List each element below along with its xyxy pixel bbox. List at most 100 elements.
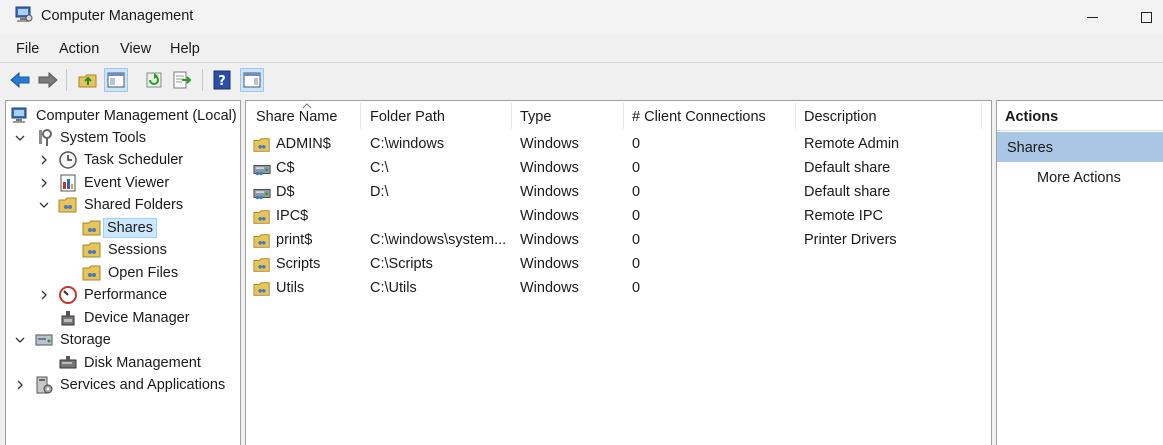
chevron-down-icon[interactable] [14,334,26,346]
column-divider[interactable] [623,103,624,129]
chevron-down-icon[interactable] [38,199,50,211]
table-row[interactable]: C$ C:\ Windows 0 Default share [246,157,991,181]
cell-name: D$ [276,184,295,200]
cell-connections: 0 [632,232,641,248]
column-divider[interactable] [795,103,796,129]
tree-item-disk-management[interactable]: Disk Management [6,352,240,374]
performance-icon [59,286,77,304]
table-row[interactable]: Utils C:\Utils Windows 0 [246,277,991,301]
cell-connections: 0 [632,136,641,152]
column-header-type[interactable]: Type [520,109,551,125]
menu-help[interactable]: Help [170,41,200,57]
tree-item-sessions[interactable]: Sessions [6,239,240,261]
menu-file[interactable]: File [16,41,39,57]
computer-management-icon [11,107,27,123]
tree-item-device-manager[interactable]: Device Manager [6,307,240,329]
column-divider[interactable] [360,103,361,129]
tree-item-shared-folders[interactable]: Shared Folders [6,194,240,216]
cell-name: Utils [276,280,305,296]
column-header-folder-path[interactable]: Folder Path [370,109,445,125]
tree-label: Event Viewer [84,175,170,191]
toolbar-separator [202,69,203,91]
cell-connections: 0 [632,256,641,272]
table-row[interactable]: Scripts C:\Scripts Windows 0 [246,253,991,277]
tree-label: Sessions [108,242,167,258]
back-arrow-icon [10,71,30,89]
tree-label: Disk Management [84,355,201,371]
chevron-down-icon[interactable] [14,132,26,144]
column-header-share-name[interactable]: Share Name [256,109,337,125]
menu-action[interactable]: Action [59,41,99,57]
cell-connections: 0 [632,160,641,176]
minimize-button[interactable] [1074,4,1110,30]
tree-item-system-tools[interactable]: System Tools [6,127,240,149]
export-list-icon [173,71,192,89]
cell-connections: 0 [632,184,641,200]
cell-type: Windows [520,208,579,224]
chevron-right-icon[interactable] [38,289,50,301]
list-header: Share Name Folder Path Type # Client Con… [246,101,991,133]
actions-header: Actions [997,101,1163,131]
more-actions-link[interactable]: More Actions [1037,170,1121,186]
shares-list: Share Name Folder Path Type # Client Con… [245,100,992,445]
actions-section-label: Shares [1007,140,1053,156]
help-button[interactable]: ? [210,68,234,92]
table-row[interactable]: D$ D:\ Windows 0 Default share [246,181,991,205]
column-divider[interactable] [511,103,512,129]
tree-item-shares[interactable]: Shares [6,217,240,239]
chevron-right-icon[interactable] [38,154,50,166]
show-hide-action-pane-button[interactable] [240,68,264,92]
maximize-button[interactable] [1128,4,1163,30]
export-list-button[interactable] [170,68,194,92]
tree-label: Performance [84,287,168,303]
column-header-client-connections[interactable]: # Client Connections [632,109,766,125]
up-one-level-button[interactable] [76,68,100,92]
cell-type: Windows [520,256,579,272]
cell-path: C:\windows [370,136,445,152]
tree-label: Device Manager [84,310,190,326]
forward-button[interactable] [36,68,60,92]
cell-name: Scripts [276,256,321,272]
event-viewer-icon [60,174,76,192]
tree-item-open-files[interactable]: Open Files [6,262,240,284]
tree-item-computer-management[interactable]: Computer Management (Local) [6,105,240,127]
tree-item-services-applications[interactable]: Services and Applications [6,374,240,396]
actions-section-shares[interactable]: Shares [997,132,1163,162]
cell-type: Windows [520,232,579,248]
column-header-description[interactable]: Description [804,109,877,125]
chevron-right-icon[interactable] [38,177,50,189]
shared-folder-icon [253,234,270,248]
cell-name: IPC$ [276,208,309,224]
svg-text:?: ? [218,74,226,89]
tree-item-task-scheduler[interactable]: Task Scheduler [6,149,240,171]
show-hide-console-tree-button[interactable] [104,68,128,92]
cell-description: Printer Drivers [804,232,897,248]
tree-label: Shares [103,218,157,238]
cell-path: C:\ [370,160,389,176]
disk-management-icon [59,356,77,369]
shared-folder-icon [82,242,101,258]
refresh-button[interactable] [142,68,166,92]
cell-type: Windows [520,136,579,152]
tree-label: Open Files [108,265,179,281]
table-row[interactable]: print$ C:\windows\system... Windows 0 Printe… [246,229,991,253]
cell-description: Default share [804,184,891,200]
tree-item-event-viewer[interactable]: Event Viewer [6,172,240,194]
maximize-icon [1140,11,1152,23]
tree-label: Task Scheduler [84,152,184,168]
cell-type: Windows [520,280,579,296]
tree-item-performance[interactable]: Performance [6,284,240,306]
computer-management-icon [15,6,33,22]
shared-folder-icon [253,258,270,272]
shared-folder-icon [82,265,101,281]
services-applications-icon [36,376,53,394]
back-button[interactable] [8,68,32,92]
shared-folder-icon [58,197,77,213]
table-row[interactable]: IPC$ Windows 0 Remote IPC [246,205,991,229]
column-divider[interactable] [981,103,982,129]
table-row[interactable]: ADMIN$ C:\windows Windows 0 Remote Admin [246,133,991,157]
chevron-right-icon[interactable] [14,379,26,391]
toolbar-separator [66,69,67,91]
menu-view[interactable]: View [120,41,151,57]
tree-item-storage[interactable]: Storage [6,329,240,351]
